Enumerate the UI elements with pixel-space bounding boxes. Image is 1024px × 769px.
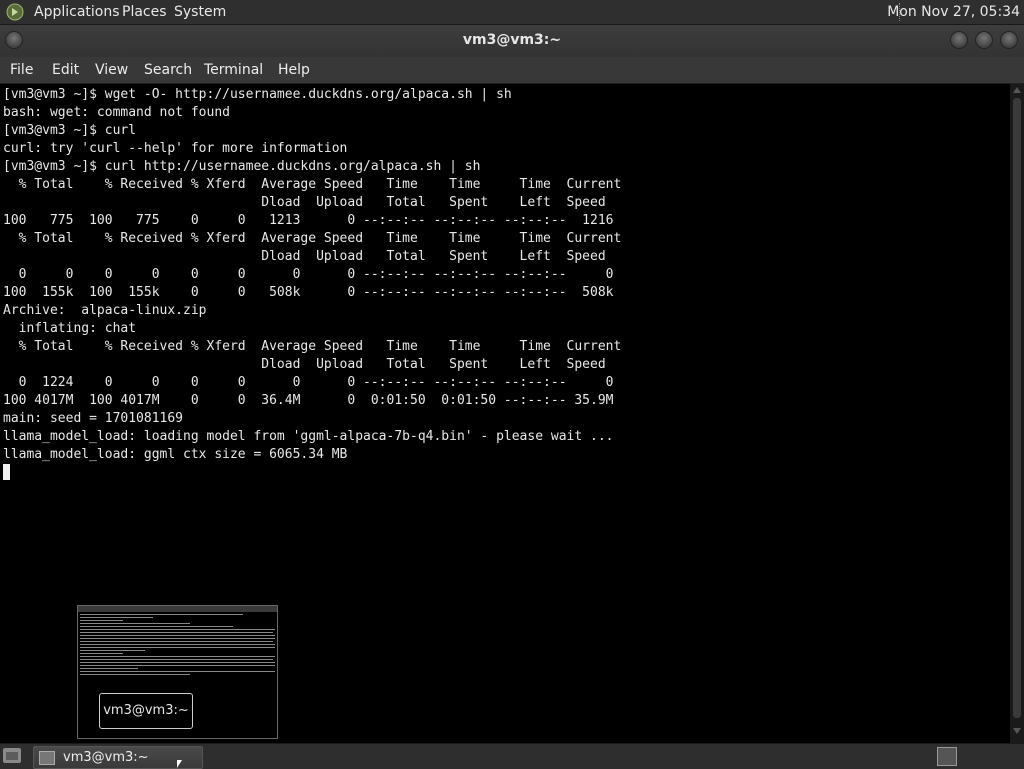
- menu-search[interactable]: Search: [144, 61, 192, 79]
- preview-text-line: [80, 656, 275, 657]
- terminal-line: Dload Upload Total Spent Left Speed: [3, 357, 606, 372]
- preview-text-line: [80, 671, 275, 672]
- preview-text-line: [80, 662, 275, 663]
- preview-text-line: [80, 659, 273, 660]
- terminal-line: 100 4017M 100 4017M 0 0 36.4M 0 0:01:50 …: [3, 393, 614, 408]
- menu-help[interactable]: Help: [278, 61, 310, 79]
- preview-text-line: [80, 647, 275, 648]
- preview-text-line: [80, 617, 153, 618]
- preview-text-line: [80, 668, 138, 669]
- terminal-line: % Total % Received % Xferd Average Speed…: [3, 339, 622, 354]
- terminal-output: [vm3@vm3 ~]$ wget -O- http://usernamee.d…: [0, 84, 1010, 464]
- terminal-line: 100 775 100 775 0 0 1213 0 --:--:-- --:-…: [3, 213, 614, 228]
- places-menu[interactable]: Places: [122, 3, 167, 21]
- workspace-switcher-icon[interactable]: [937, 747, 957, 766]
- applications-menu[interactable]: Applications: [34, 3, 120, 21]
- terminal-line: [vm3@vm3 ~]$ wget -O- http://usernamee.d…: [3, 87, 512, 102]
- clock[interactable]: Mon Nov 27, 05:34: [887, 3, 1020, 21]
- distro-logo-icon[interactable]: [6, 3, 24, 21]
- text-cursor: [3, 464, 10, 480]
- preview-text-line: [80, 623, 190, 624]
- terminal-line: inflating: chat: [3, 321, 137, 336]
- menu-edit[interactable]: Edit: [52, 61, 79, 79]
- minimize-button[interactable]: [950, 31, 968, 49]
- scrollbar-thumb[interactable]: [1013, 98, 1021, 718]
- preview-text-line: [80, 650, 145, 651]
- scroll-down-arrow-icon[interactable]: [1013, 728, 1021, 734]
- preview-text-line: [80, 644, 275, 645]
- terminal-icon: [39, 751, 55, 765]
- terminal-line: 100 155k 100 155k 0 0 508k 0 --:--:-- --…: [3, 285, 614, 300]
- terminal-line: [vm3@vm3 ~]$ curl: [3, 123, 137, 138]
- preview-text-line: [80, 626, 233, 627]
- preview-text-line: [80, 632, 273, 633]
- preview-text-line: [80, 629, 275, 630]
- terminal-line: Dload Upload Total Spent Left Speed: [3, 195, 606, 210]
- preview-text-line: [80, 674, 190, 675]
- taskbar-item-label: vm3@vm3:~: [63, 750, 149, 765]
- terminal-line: main: seed = 1701081169: [3, 411, 184, 426]
- preview-text-line: [80, 635, 275, 636]
- terminal-line: bash: wget: command not found: [3, 105, 230, 120]
- window-titlebar[interactable]: vm3@vm3:~: [0, 25, 1024, 57]
- window-title: vm3@vm3:~: [462, 32, 562, 48]
- scrollbar[interactable]: [1010, 84, 1024, 743]
- terminal-line: Archive: alpaca-linux.zip: [3, 303, 207, 318]
- preview-text-line: [80, 665, 275, 666]
- preview-text-line: [80, 638, 275, 639]
- system-menu[interactable]: System: [174, 3, 226, 21]
- show-desktop-icon[interactable]: [3, 748, 21, 763]
- terminal-line: 0 1224 0 0 0 0 0 0 --:--:-- --:--:-- --:…: [3, 375, 614, 390]
- menu-file[interactable]: File: [10, 61, 33, 79]
- terminal-line: llama_model_load: loading model from 'gg…: [3, 429, 614, 444]
- preview-text-line: [80, 614, 243, 615]
- terminal-line: curl: try 'curl --help' for more informa…: [3, 141, 348, 156]
- terminal-line: Dload Upload Total Spent Left Speed: [3, 249, 606, 264]
- menu-terminal[interactable]: Terminal: [204, 61, 263, 79]
- terminal-menubar: File Edit View Search Terminal Help: [0, 57, 1024, 84]
- close-button[interactable]: [1000, 31, 1018, 49]
- menu-view[interactable]: View: [95, 61, 128, 79]
- preview-text-line: [80, 641, 273, 642]
- terminal-line: % Total % Received % Xferd Average Speed…: [3, 177, 622, 192]
- maximize-button[interactable]: [975, 31, 993, 49]
- window-switcher-preview[interactable]: vm3@vm3:~: [77, 605, 278, 739]
- terminal-line: 0 0 0 0 0 0 0 0 --:--:-- --:--:-- --:--:…: [3, 267, 614, 282]
- terminal-line: % Total % Received % Xferd Average Speed…: [3, 231, 622, 246]
- scroll-up-arrow-icon[interactable]: [1013, 87, 1021, 93]
- mouse-pointer-icon: [177, 760, 182, 768]
- top-panel: Applications Places System Mon Nov 27, 0…: [0, 0, 1024, 25]
- terminal-line: [vm3@vm3 ~]$ curl http://usernamee.duckd…: [3, 159, 481, 174]
- bottom-taskbar: vm3@vm3:~: [0, 743, 1024, 769]
- preview-window-label: vm3@vm3:~: [99, 693, 193, 729]
- preview-text-line: [80, 620, 123, 621]
- preview-text-line: [80, 653, 123, 654]
- terminal-line: llama_model_load: ggml ctx size = 6065.3…: [3, 447, 348, 462]
